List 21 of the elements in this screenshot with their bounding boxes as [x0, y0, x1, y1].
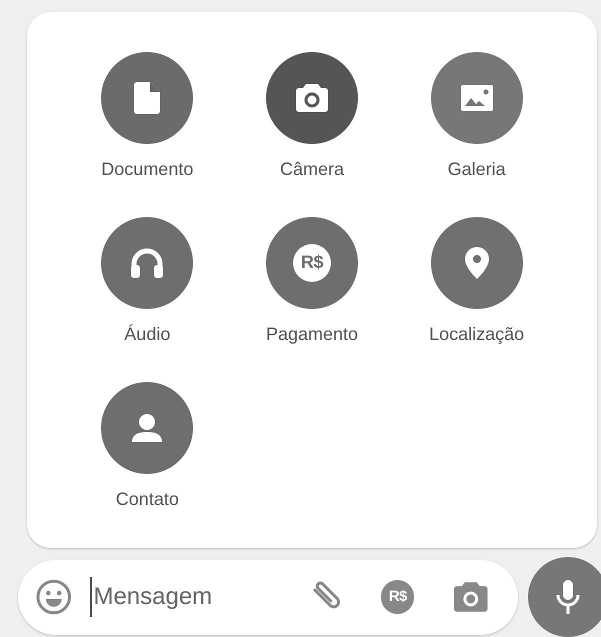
- attach-option[interactable]: Galeria: [394, 52, 559, 182]
- map-pin-icon: [464, 246, 489, 279]
- attach-option[interactable]: Câmera: [230, 52, 394, 182]
- message-field[interactable]: Mensagem R$: [18, 560, 518, 634]
- text-cursor: [90, 577, 92, 617]
- attach-option[interactable]: Áudio: [65, 216, 230, 347]
- camera-icon: [296, 84, 328, 112]
- person-icon: [132, 414, 162, 442]
- currency-badge: R$: [292, 244, 331, 282]
- attach-option[interactable]: Localização: [394, 216, 559, 347]
- attach-option[interactable]: R$ Pagamento: [230, 216, 394, 347]
- emoji-icon[interactable]: [36, 579, 72, 615]
- payment-button[interactable]: R$: [380, 580, 414, 614]
- headphones-icon: [131, 248, 164, 278]
- microphone-icon: [556, 580, 580, 614]
- document-icon: [134, 82, 160, 114]
- attach-option[interactable]: Contato: [65, 382, 230, 512]
- attach-option[interactable]: Documento: [65, 52, 230, 182]
- message-input[interactable]: Mensagem: [93, 579, 284, 615]
- camera-icon[interactable]: [454, 582, 488, 612]
- image-icon: [460, 84, 493, 111]
